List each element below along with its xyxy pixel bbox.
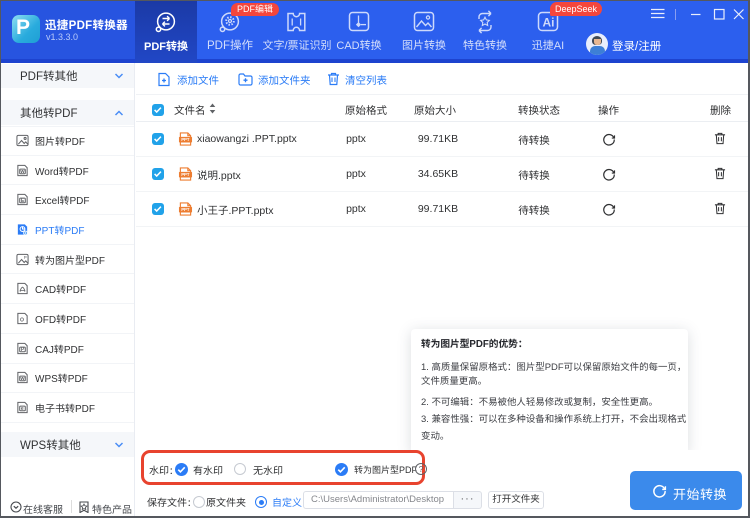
svg-text:w: w [20, 169, 25, 175]
svg-text:e: e [21, 406, 24, 412]
svg-text:w: w [20, 376, 25, 382]
svg-text:PPT: PPT [181, 207, 190, 212]
svg-text:O: O [20, 317, 24, 323]
svg-text:PPT: PPT [181, 172, 190, 177]
svg-text:E: E [21, 198, 25, 204]
svg-text:P: P [21, 347, 25, 353]
svg-text:P: P [24, 255, 27, 260]
svg-text:Ai: Ai [543, 16, 555, 30]
svg-text:PPT: PPT [181, 137, 190, 142]
